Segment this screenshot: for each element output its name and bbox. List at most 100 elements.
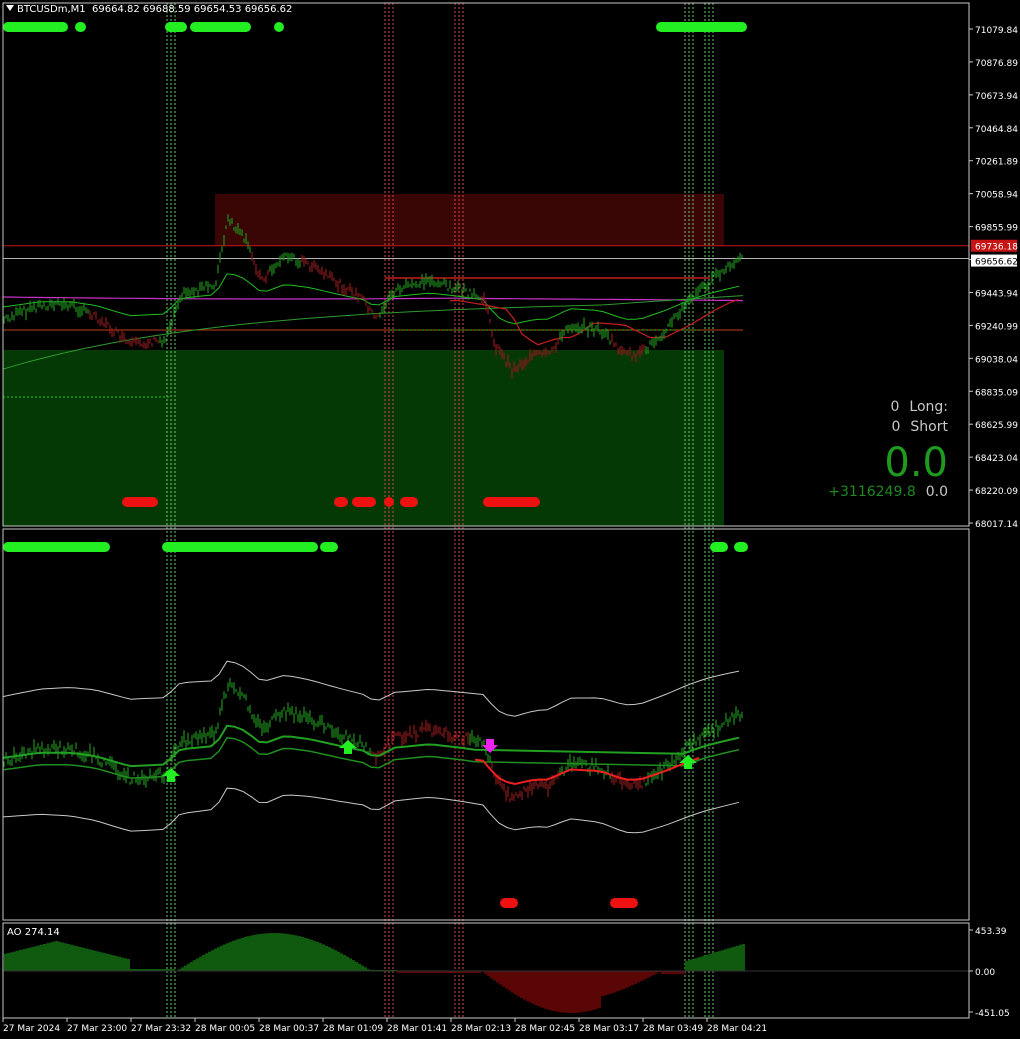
ao-bar (358, 963, 361, 971)
ao-tick-label: -451.05 (975, 1009, 1010, 1019)
ao-bar (325, 945, 328, 971)
sub-signal-dot-red (610, 898, 638, 908)
ao-bar (202, 954, 205, 971)
ao-bar (718, 951, 721, 971)
ao-bar (643, 971, 646, 980)
ao-bar (640, 971, 643, 982)
ao-bar (94, 950, 97, 971)
ao-bar (514, 971, 517, 995)
supply-zone (215, 194, 724, 246)
ao-bar (79, 947, 82, 971)
ao-bar (634, 971, 637, 984)
time-tick-label: 28 Mar 00:37 (259, 1024, 319, 1034)
signal-dot-red (122, 497, 158, 507)
signal-dot-green (656, 22, 747, 32)
ao-bar (196, 958, 199, 971)
ao-bar (691, 959, 694, 971)
ao-bar (40, 944, 43, 971)
ao-bar (628, 971, 631, 987)
ao-tick-label: 0.00 (975, 968, 995, 978)
ao-bar (298, 936, 301, 971)
time-tick-label: 28 Mar 03:17 (579, 1024, 639, 1034)
time-tick-label: 28 Mar 04:21 (707, 1024, 767, 1034)
ao-bar (346, 956, 349, 971)
ao-bar (271, 933, 274, 971)
symbol-timeframe: BTCUSDm,M1 (17, 4, 86, 15)
ao-bar (700, 956, 703, 971)
ao-bar (31, 947, 34, 971)
ao-bar (505, 971, 508, 989)
ao-bar (103, 953, 106, 971)
ao-bar (61, 942, 64, 971)
signal-dot-red (384, 497, 394, 507)
ao-bar (25, 948, 28, 971)
ao-bar (106, 953, 109, 971)
price-tick-label: 70261.89 (975, 158, 1018, 168)
ao-bar (577, 971, 580, 1013)
ao-bar (340, 953, 343, 971)
ao-bar (490, 971, 493, 979)
ao-bar (10, 952, 13, 971)
ao-bar (349, 958, 352, 971)
ao-bar (532, 971, 535, 1005)
ao-bar (265, 933, 268, 971)
ao-bar (622, 971, 625, 990)
ao-bar (721, 950, 724, 971)
ao-bar (337, 951, 340, 971)
ao-bar (295, 935, 298, 971)
ao-bar (259, 933, 262, 971)
time-tick-label: 28 Mar 01:41 (387, 1024, 447, 1034)
ao-bar (601, 971, 604, 997)
ao-bar (19, 950, 22, 971)
ao-bar (649, 971, 652, 977)
ao-bar (607, 971, 610, 995)
ao-bar (70, 944, 73, 971)
price-tick-label: 69855.99 (975, 224, 1018, 234)
ao-bar (13, 951, 16, 971)
ao-bar (16, 950, 19, 971)
ao-bar (343, 954, 346, 971)
ao-bar (190, 961, 193, 971)
ao-label: AO 274.14 (7, 927, 60, 938)
ao-bar (580, 971, 583, 1013)
chart-header: BTCUSDm,M1 69664.82 69688.59 69654.53 69… (6, 4, 292, 15)
ao-bar (256, 934, 259, 971)
ao-bar (508, 971, 511, 991)
ao-bar (232, 940, 235, 971)
ao-bar (328, 947, 331, 971)
ao-bar (283, 933, 286, 971)
time-tick-label: 28 Mar 02:13 (451, 1024, 511, 1034)
ao-bar (49, 942, 52, 971)
ao-bar (568, 971, 571, 1013)
ao-bar (220, 945, 223, 971)
ao-bar (598, 971, 601, 1009)
ao-bar (625, 971, 628, 988)
price-tick-label: 68017.14 (975, 520, 1018, 530)
signal-dot-red (400, 497, 418, 507)
dropdown-triangle-icon[interactable] (6, 5, 14, 11)
ao-bar (727, 948, 730, 971)
ao-bar (22, 949, 25, 971)
ao-bar (742, 943, 745, 971)
short-count: 0 (891, 419, 901, 435)
ao-bar (121, 957, 124, 971)
chart-canvas[interactable]: 71079.84 70876.89 70673.94 70464.84 70261.89… (0, 0, 1020, 1039)
ao-bar (586, 971, 589, 1012)
ao-bar (28, 947, 31, 971)
ao-bar (736, 945, 739, 971)
ao-bar (58, 941, 61, 971)
long-label: Long: (909, 399, 948, 415)
ao-bar (553, 971, 556, 1012)
ao-bar (235, 939, 238, 971)
ao-bar (199, 956, 202, 971)
ao-bar (277, 933, 280, 971)
ao-bar (547, 971, 550, 1010)
ao-bar (364, 967, 367, 971)
ao-bar (286, 933, 289, 971)
ao-bar (274, 933, 277, 971)
signal-dot-green (3, 22, 68, 32)
time-tick-label: 28 Mar 02:45 (515, 1024, 575, 1034)
ao-bar (523, 971, 526, 1000)
time-tick-label: 28 Mar 00:05 (195, 1024, 255, 1034)
ao-bar (223, 944, 226, 971)
